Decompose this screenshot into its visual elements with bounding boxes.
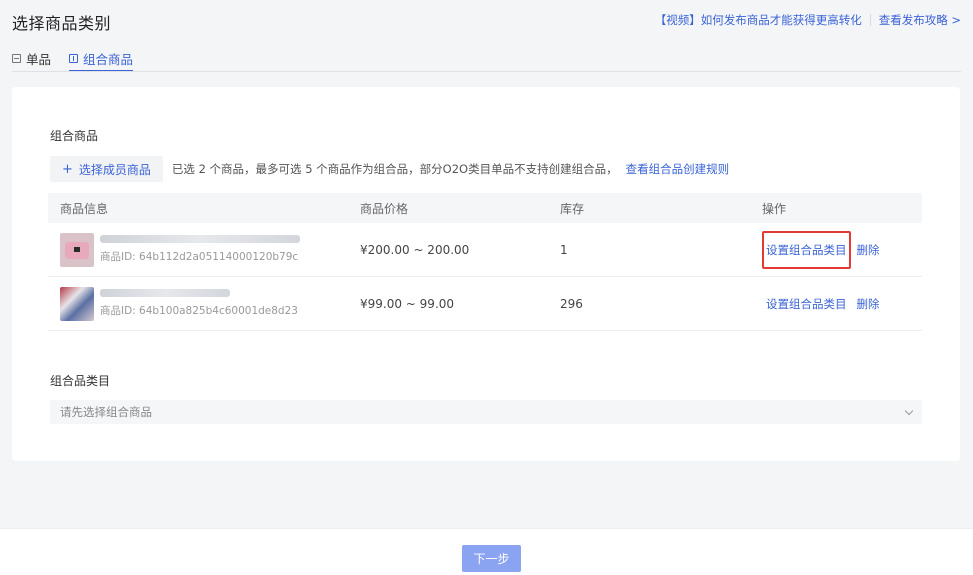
product-id: 商品ID: 64b112d2a05114000120b79c [100, 251, 299, 263]
header-actions: 操作 [762, 201, 787, 216]
delete-link[interactable]: 删除 [857, 242, 880, 258]
delete-link[interactable]: 删除 [857, 296, 880, 312]
page-header: 选择商品类别 【视频】如何发布商品才能获得更高转化 查看发布攻略 > 单品 组合… [0, 0, 973, 78]
combo-category-select[interactable]: 请先选择组合商品 [50, 400, 922, 424]
header-stock: 库存 [560, 201, 585, 216]
product-stock: 1 [560, 242, 568, 257]
product-stock: 296 [560, 296, 583, 311]
video-guide-link[interactable]: 【视频】如何发布商品才能获得更高转化 [655, 12, 862, 28]
combo-form-card: 组合商品 + 选择成员商品 已选 2 个商品，最多可选 5 个商品作为组合品，部… [12, 87, 960, 461]
chevron-down-icon [904, 406, 914, 415]
plus-icon: + [62, 161, 73, 177]
product-thumbnail [60, 286, 94, 321]
table-row: 商品ID: 64b112d2a05114000120b79c ¥200.00 ~… [48, 223, 922, 277]
set-combo-category-link[interactable]: 设置组合品类目 [762, 230, 851, 269]
product-name-redacted [100, 289, 230, 297]
category-placeholder: 请先选择组合商品 [60, 405, 152, 419]
product-price: ¥99.00 ~ 99.00 [360, 296, 455, 311]
product-info: 商品ID: 64b112d2a05114000120b79c [100, 235, 300, 264]
tab-combo[interactable]: 组合商品 [69, 45, 134, 72]
tab-combo-label: 组合商品 [83, 51, 134, 67]
type-tabs: 单品 组合商品 [12, 45, 151, 72]
category-section-title: 组合品类目 [50, 374, 111, 388]
product-info-cell: 商品ID: 64b100a825b4c60001de8d23 [48, 286, 360, 321]
product-thumbnail [60, 232, 94, 267]
link-divider [869, 14, 871, 26]
next-step-button[interactable]: 下一步 [462, 545, 521, 572]
select-member-button[interactable]: + 选择成员商品 [50, 156, 163, 182]
member-select-row: + 选择成员商品 已选 2 个商品，最多可选 5 个商品作为组合品，部分O2O类… [50, 156, 729, 182]
table-row: 商品ID: 64b100a825b4c60001de8d23 ¥99.00 ~ … [48, 277, 922, 331]
page-title: 选择商品类别 [12, 14, 112, 33]
select-member-label: 选择成员商品 [78, 162, 151, 177]
header-price: 商品价格 [360, 201, 409, 216]
product-id: 商品ID: 64b100a825b4c60001de8d23 [100, 305, 298, 317]
combo-item-icon [69, 53, 79, 63]
product-info: 商品ID: 64b100a825b4c60001de8d23 [100, 289, 298, 318]
header-divider [12, 71, 961, 72]
row-actions: 设置组合品类目 删除 [760, 293, 922, 315]
publish-guide-link[interactable]: 查看发布攻略 > [879, 12, 961, 28]
product-name-redacted [100, 235, 300, 243]
tab-single[interactable]: 单品 [12, 45, 51, 71]
combo-section-title: 组合商品 [50, 129, 99, 143]
product-price: ¥200.00 ~ 200.00 [360, 242, 470, 257]
set-combo-category-link[interactable]: 设置组合品类目 [762, 293, 851, 315]
member-table: 商品信息 商品价格 库存 操作 商品ID: 64b112d2a051140001… [48, 193, 922, 331]
header-product-info: 商品信息 [60, 201, 109, 216]
product-info-cell: 商品ID: 64b112d2a05114000120b79c [48, 232, 360, 267]
table-header: 商品信息 商品价格 库存 操作 [48, 193, 922, 223]
single-item-icon [12, 53, 21, 63]
tab-single-label: 单品 [26, 51, 52, 67]
top-links: 【视频】如何发布商品才能获得更高转化 查看发布攻略 > [655, 12, 961, 28]
selection-hint: 已选 2 个商品，最多可选 5 个商品作为组合品，部分O2O类目单品不支持创建组… [171, 162, 618, 176]
row-actions: 设置组合品类目 删除 [760, 230, 922, 269]
combo-rule-link[interactable]: 查看组合品创建规则 [626, 161, 730, 177]
footer-bar: 下一步 [0, 528, 973, 575]
